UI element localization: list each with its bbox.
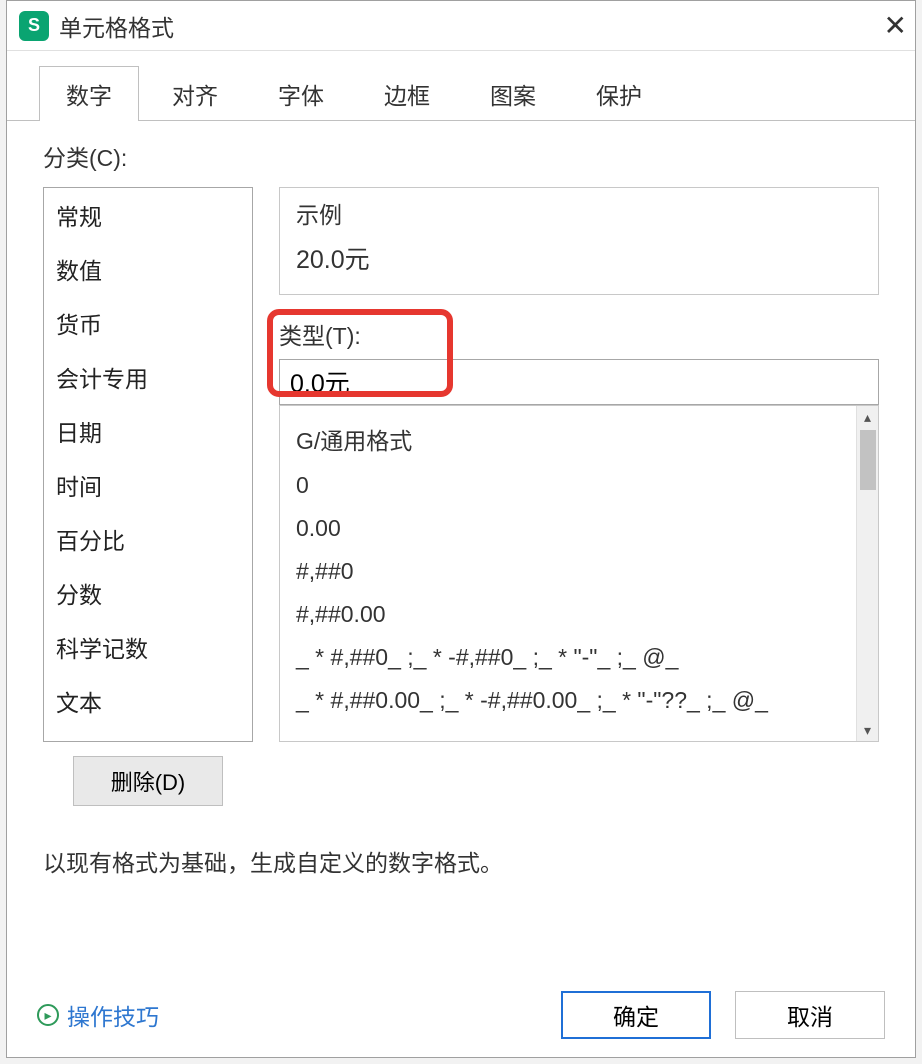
category-listbox[interactable]: 常规 数值 货币 会计专用 日期 时间 百分比 分数 科学记数 文本 特殊 自定…: [43, 187, 253, 742]
sample-box: 示例 20.0元: [279, 187, 879, 295]
dialog-title: 单元格格式: [59, 9, 867, 43]
tab-font[interactable]: 字体: [251, 66, 351, 121]
ok-button[interactable]: 确定: [561, 991, 711, 1039]
tab-pattern[interactable]: 图案: [463, 66, 563, 121]
help-link[interactable]: ▸ 操作技巧: [37, 998, 537, 1032]
titlebar[interactable]: S 单元格格式 ✕: [7, 1, 915, 51]
scroll-down-icon[interactable]: ▾: [857, 719, 879, 741]
list-item[interactable]: 会计专用: [44, 350, 252, 404]
list-item[interactable]: _ * #,##0_ ;_ * -#,##0_ ;_ * "-"_ ;_ @_: [296, 636, 850, 679]
help-label: 操作技巧: [67, 998, 159, 1032]
tab-number[interactable]: 数字: [39, 66, 139, 121]
sample-value: 20.0元: [296, 240, 862, 276]
tab-border[interactable]: 边框: [357, 66, 457, 121]
list-item[interactable]: 文本: [44, 674, 252, 728]
category-label: 分类(C):: [43, 139, 879, 173]
dialog-footer: ▸ 操作技巧 确定 取消: [7, 973, 915, 1057]
list-item[interactable]: _ * #,##0.00_ ;_ * -#,##0.00_ ;_ * "-"??…: [296, 679, 850, 722]
list-item[interactable]: 数值: [44, 242, 252, 296]
list-item[interactable]: 科学记数: [44, 620, 252, 674]
list-item[interactable]: #,##0: [296, 550, 850, 593]
list-item[interactable]: 分数: [44, 566, 252, 620]
scroll-thumb[interactable]: [860, 430, 876, 490]
list-item[interactable]: 时间: [44, 458, 252, 512]
format-listbox[interactable]: G/通用格式 0 0.00 #,##0 #,##0.00 _ * #,##0_ …: [279, 405, 879, 742]
type-input[interactable]: [279, 359, 879, 405]
list-item[interactable]: 0.00: [296, 507, 850, 550]
list-item[interactable]: #,##0.00: [296, 593, 850, 636]
scrollbar[interactable]: ▴ ▾: [856, 406, 878, 741]
delete-button[interactable]: 删除(D): [73, 756, 223, 806]
close-icon[interactable]: ✕: [867, 9, 907, 42]
tab-alignment[interactable]: 对齐: [145, 66, 245, 121]
scroll-up-icon[interactable]: ▴: [857, 406, 879, 428]
list-item[interactable]: 货币: [44, 296, 252, 350]
list-item[interactable]: 百分比: [44, 512, 252, 566]
sample-label: 示例: [296, 196, 862, 230]
play-icon: ▸: [37, 1004, 59, 1026]
tab-strip: 数字 对齐 字体 边框 图案 保护: [7, 51, 915, 121]
list-item[interactable]: 日期: [44, 404, 252, 458]
type-label: 类型(T):: [279, 317, 879, 351]
list-item[interactable]: G/通用格式: [296, 414, 850, 464]
cell-format-dialog: S 单元格格式 ✕ 数字 对齐 字体 边框 图案 保护 分类(C): 常规 数值…: [6, 0, 916, 1058]
cancel-button[interactable]: 取消: [735, 991, 885, 1039]
app-icon: S: [19, 11, 49, 41]
list-item[interactable]: 特殊: [44, 728, 252, 742]
list-item[interactable]: 0: [296, 464, 850, 507]
tab-content: 分类(C): 常规 数值 货币 会计专用 日期 时间 百分比 分数 科学记数 文…: [7, 121, 915, 973]
hint-text: 以现有格式为基础，生成自定义的数字格式。: [43, 844, 879, 878]
tab-protection[interactable]: 保护: [569, 66, 669, 121]
list-item[interactable]: 常规: [44, 188, 252, 242]
